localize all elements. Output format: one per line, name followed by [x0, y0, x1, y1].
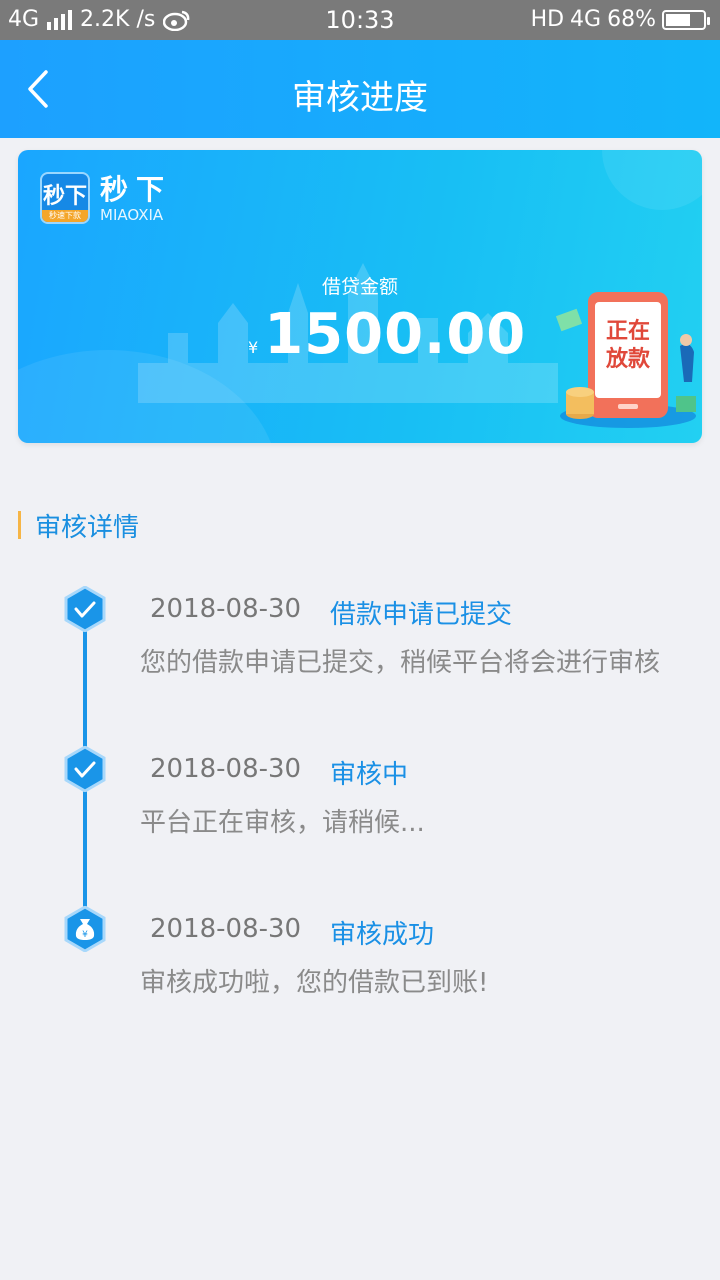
brand-logo: 秒下 秒速下款: [40, 172, 90, 224]
timeline-status: 借款申请已提交: [330, 600, 513, 630]
svg-text:¥: ¥: [82, 930, 88, 940]
brand-logo-text: 秒下: [42, 184, 87, 209]
timeline-date: 2018-08-30: [150, 594, 302, 624]
status-right: HD 4G 68%: [530, 7, 710, 32]
brand-logo-strip: 秒速下款: [42, 210, 88, 222]
hd-label: HD: [530, 7, 565, 32]
card-decoration: [602, 150, 702, 210]
currency-symbol: ¥: [248, 338, 259, 357]
amount-row: ¥ 1500.00: [248, 302, 526, 367]
money-bag-icon: ¥: [64, 906, 106, 952]
section-accent-bar: [18, 511, 21, 539]
page-title: 审核进度: [292, 78, 428, 118]
section-title: 审核详情: [35, 512, 140, 543]
battery-fill: [666, 13, 690, 26]
check-icon: [64, 586, 106, 632]
status-bar: 4G 2.2K /s 10:33 HD 4G 68%: [0, 0, 720, 40]
battery-percent: 68%: [607, 7, 656, 32]
phone-disbursing-illustration: 正在 放款: [555, 292, 696, 428]
timeline-date: 2018-08-30: [150, 754, 302, 784]
battery-icon: [662, 9, 710, 30]
brand-subtitle: MIAOXIA: [100, 206, 164, 224]
section-header: 审核详情: [18, 508, 140, 543]
timeline-description: 平台正在审核，请稍候...: [140, 808, 425, 838]
app-bar: 审核进度: [0, 40, 720, 138]
network2-label: 4G: [570, 7, 602, 32]
timeline-status: 审核中: [330, 760, 409, 790]
illustration-text-1: 正在: [606, 318, 650, 344]
brand-name: 秒下: [100, 173, 173, 206]
check-icon: [64, 746, 106, 792]
timeline-description: 您的借款申请已提交，稍候平台将会进行审核: [140, 648, 661, 678]
timeline-status: 审核成功: [330, 920, 435, 950]
loan-amount: 1500.00: [264, 302, 527, 367]
illustration-text-2: 放款: [605, 346, 651, 372]
timeline-date: 2018-08-30: [150, 914, 302, 944]
brand-logo-subtext: 秒速下款: [49, 211, 81, 220]
timeline-description: 审核成功啦，您的借款已到账!: [140, 968, 489, 998]
loan-card: 秒下 秒速下款 秒下 MIAOXIA 借贷金额 ¥ 1500.00 正在 放款: [18, 150, 702, 443]
